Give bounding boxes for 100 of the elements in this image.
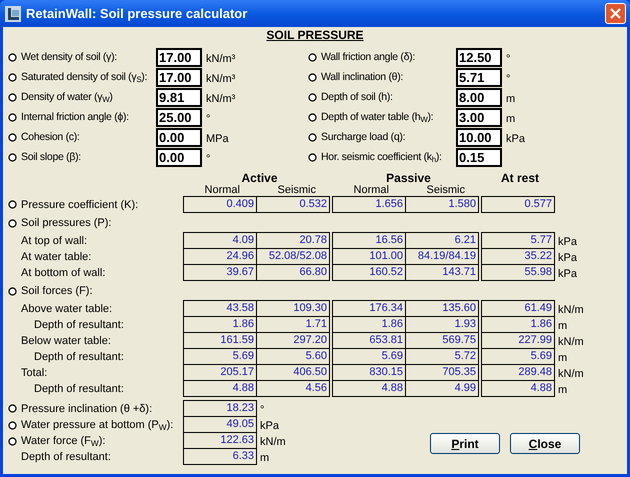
column-header: Normal (204, 185, 241, 196)
dialog-button[interactable]: Close (510, 433, 580, 454)
field-label: Wall inclination (θ): (321, 70, 404, 84)
row-label: Depth of resultant: (21, 450, 111, 464)
unit-label: kN/m³ (206, 92, 236, 106)
column-header: Seismic (276, 185, 317, 196)
table-cell: 66.80 (256, 264, 330, 281)
table-cell: 43.58 (183, 300, 257, 317)
table-cell: 143.71 (405, 264, 479, 281)
input-field[interactable]: 0.00 (156, 128, 202, 146)
field-label: Depth of water table (h$_{W}$): (321, 110, 434, 124)
radio-icon[interactable] (8, 286, 17, 296)
group-header: Passive (386, 172, 431, 185)
radio-icon[interactable] (308, 112, 317, 122)
table-cell: 227.99 (481, 332, 555, 349)
table-cell: 35.22 (481, 248, 555, 265)
input-field[interactable]: 0.00 (156, 148, 202, 166)
table-cell: 289.48 (481, 364, 555, 381)
radio-icon[interactable] (308, 92, 317, 102)
unit-label: ° (206, 152, 210, 166)
row-label: Depth of resultant: (34, 382, 124, 396)
input-field[interactable]: 17.00 (156, 68, 202, 86)
table-cell: 101.00 (332, 248, 406, 265)
radio-icon[interactable] (308, 52, 317, 62)
field-label: Density of water (γ$_{W}$) (21, 90, 113, 104)
radio-icon[interactable] (8, 112, 17, 122)
radio-icon[interactable] (8, 92, 17, 102)
input-field[interactable]: 0.15 (456, 148, 502, 166)
radio-icon[interactable] (8, 52, 17, 62)
column-header: Seismic (425, 185, 466, 196)
table-cell: 4.88 (481, 380, 555, 397)
table-cell: 55.98 (481, 264, 555, 281)
group-header: At rest (500, 172, 539, 185)
unit-label: kPa (260, 419, 279, 433)
unit-label: kPa (558, 267, 577, 281)
radio-icon[interactable] (308, 152, 317, 162)
input-field[interactable]: 17.00 (156, 48, 202, 66)
input-field[interactable]: 9.81 (156, 88, 202, 106)
table-cell: 6.33 (183, 448, 257, 465)
table-cell: 20.78 (256, 232, 330, 249)
unit-label: m (260, 451, 270, 465)
unit-label: kN/m (558, 302, 584, 316)
unit-label: m (558, 319, 568, 333)
row-label: Total: (21, 366, 48, 380)
unit-label: kN/m³ (206, 72, 236, 86)
unit-label: kN/m³ (206, 52, 236, 66)
unit-label: ° (206, 112, 210, 126)
radio-icon[interactable] (8, 152, 17, 162)
field-label: Internal friction angle (ϕ): (21, 110, 129, 124)
unit-label: ° (506, 72, 510, 86)
row-label: Pressure inclination (θ +δ): (21, 402, 152, 416)
field-label: Surcharge load (q): (321, 130, 406, 144)
unit-label: MPa (206, 132, 229, 146)
radio-icon[interactable] (8, 218, 17, 228)
radio-icon[interactable] (308, 132, 317, 142)
unit-label: m (558, 383, 568, 397)
table-cell: 4.99 (405, 380, 479, 397)
unit-label: kN/m (260, 435, 286, 449)
table-cell: 18.23 (183, 400, 257, 417)
field-label: Saturated density of soil (γ$_{S}$): (21, 70, 148, 84)
table-cell: 1.86 (481, 316, 555, 333)
table-cell: 0.409 (183, 196, 257, 213)
unit-label: kPa (558, 234, 577, 248)
close-icon (610, 8, 621, 19)
table-cell: 39.67 (183, 264, 257, 281)
table-cell: 4.88 (183, 380, 257, 397)
input-field[interactable]: 25.00 (156, 108, 202, 126)
table-cell: 6.21 (405, 232, 479, 249)
unit-label: ° (506, 52, 510, 66)
input-field[interactable]: 8.00 (456, 88, 502, 106)
section-label: Soil pressures (P): (21, 216, 112, 230)
row-label: Depth of resultant: (34, 350, 124, 364)
radio-icon[interactable] (8, 200, 17, 209)
unit-label: m (506, 92, 516, 106)
table-cell: 49.05 (183, 416, 257, 433)
group-header: Active (241, 172, 278, 185)
row-label: Water force (F$_{W}$): (21, 434, 106, 448)
input-field[interactable]: 5.71 (456, 68, 502, 86)
table-cell: 0.577 (481, 196, 555, 213)
input-field[interactable]: 10.00 (456, 128, 502, 146)
unit-label: kN/m (558, 335, 584, 349)
dialog-button[interactable]: Print (430, 433, 500, 454)
radio-icon[interactable] (8, 132, 17, 142)
column-header: Normal (352, 185, 390, 196)
row-label: Water pressure at bottom (P$_{W}$): (21, 418, 174, 432)
table-cell: 135.60 (405, 300, 479, 317)
radio-icon[interactable] (308, 72, 317, 82)
table-cell: 16.56 (332, 232, 406, 249)
table-cell: 5.69 (481, 348, 555, 365)
input-field[interactable]: 12.50 (456, 48, 502, 66)
unit-label: m (506, 112, 516, 126)
close-button[interactable] (605, 3, 626, 24)
input-field[interactable]: 3.00 (456, 108, 502, 126)
unit-label: kPa (558, 251, 577, 265)
radio-icon[interactable] (8, 72, 17, 82)
table-cell: 1.580 (405, 196, 479, 213)
unit-label: ° (260, 402, 264, 416)
row-label: At top of wall: (21, 234, 88, 248)
unit-label: kPa (506, 132, 525, 146)
row-label: At bottom of wall: (21, 266, 106, 280)
